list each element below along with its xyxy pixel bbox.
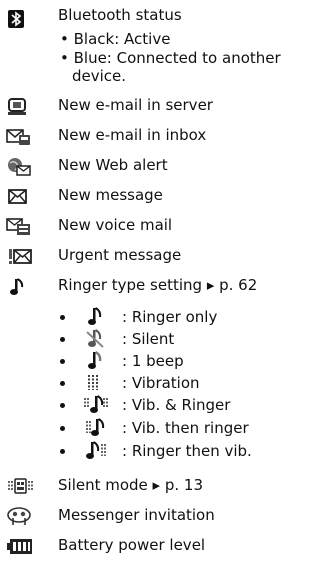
web-alert-icon xyxy=(6,157,34,177)
item-label: Urgent message xyxy=(58,246,182,264)
bluetooth-status-entry: Bluetooth status • Black: Active • Blue:… xyxy=(0,4,324,94)
ringer-type-item: : 1 beep xyxy=(60,350,324,374)
ringer-type-label: : Silent xyxy=(122,330,175,348)
ringer-only-icon xyxy=(82,306,110,328)
bullet xyxy=(60,426,65,431)
ringer-type-label: : Vib. then ringer xyxy=(122,419,249,437)
ringer-type-label: : Vibration xyxy=(122,374,200,392)
item-label: Battery power level xyxy=(58,536,206,554)
item-label: New e-mail in inbox xyxy=(58,126,207,144)
bullet xyxy=(60,449,65,454)
item-label: New Web alert xyxy=(58,156,168,174)
bluetooth-bullet-connected: • Blue: Connected to another xyxy=(60,49,281,67)
email-inbox-icon xyxy=(6,127,34,147)
ringer-type-label: : Ringer only xyxy=(122,308,218,326)
ringer-then-vib-icon xyxy=(82,440,110,462)
list-item: New e-mail in server xyxy=(0,95,324,119)
list-item: Battery power level xyxy=(0,535,324,559)
ringer-type-item: : Vibration xyxy=(60,374,324,396)
bluetooth-label: Bluetooth status xyxy=(58,6,182,24)
ringer-type-label: : Ringer then vib. xyxy=(122,442,252,460)
list-item: New e-mail in inbox xyxy=(0,125,324,149)
item-label: New e-mail in server xyxy=(58,96,213,114)
bullet xyxy=(60,337,65,342)
messenger-icon xyxy=(6,507,34,527)
ringer-type-label: : 1 beep xyxy=(122,352,184,370)
list-item: New message xyxy=(0,185,324,209)
item-label: New message xyxy=(58,186,163,204)
bullet xyxy=(60,315,65,320)
battery-icon xyxy=(6,537,34,557)
ringer-type-item: : Ringer then vib. xyxy=(60,440,324,464)
silent-mode-icon xyxy=(6,477,34,497)
bullet xyxy=(60,381,65,386)
item-label: New voice mail xyxy=(58,216,173,234)
urgent-message-icon xyxy=(6,247,34,267)
bullet xyxy=(60,359,65,364)
ringer-type-item: : Ringer only xyxy=(60,306,324,330)
envelope-icon xyxy=(6,187,34,207)
vibration-icon xyxy=(82,372,110,394)
list-item: New voice mail xyxy=(0,215,324,239)
list-item: Urgent message xyxy=(0,245,324,269)
ringer-type-item: : Vib. then ringer xyxy=(60,417,324,441)
vib-and-ringer-icon xyxy=(82,394,110,416)
ringer-type-item: : Silent xyxy=(60,328,324,352)
bluetooth-bullet-active: • Black: Active xyxy=(60,30,171,48)
one-beep-icon xyxy=(82,350,110,372)
list-item: Messenger invitation xyxy=(0,505,324,529)
list-item: Silent mode ▸ p. 13 xyxy=(0,475,324,499)
email-server-icon xyxy=(6,97,34,117)
silent-icon xyxy=(82,328,110,350)
list-item: Ringer type setting ▸ p. 62 xyxy=(0,275,324,299)
bluetooth-bullet-device: device. xyxy=(72,67,127,85)
bullet xyxy=(60,403,65,408)
music-note-icon xyxy=(6,277,34,297)
ringer-type-item: : Vib. & Ringer xyxy=(60,394,324,418)
item-label: Silent mode ▸ p. 13 xyxy=(58,476,203,494)
item-label: Ringer type setting ▸ p. 62 xyxy=(58,276,258,294)
list-item: New Web alert xyxy=(0,155,324,179)
vib-then-ringer-icon xyxy=(82,417,110,439)
voice-mail-icon xyxy=(6,217,34,237)
bluetooth-icon xyxy=(6,9,34,29)
item-label: Messenger invitation xyxy=(58,506,215,524)
ringer-type-label: : Vib. & Ringer xyxy=(122,396,231,414)
